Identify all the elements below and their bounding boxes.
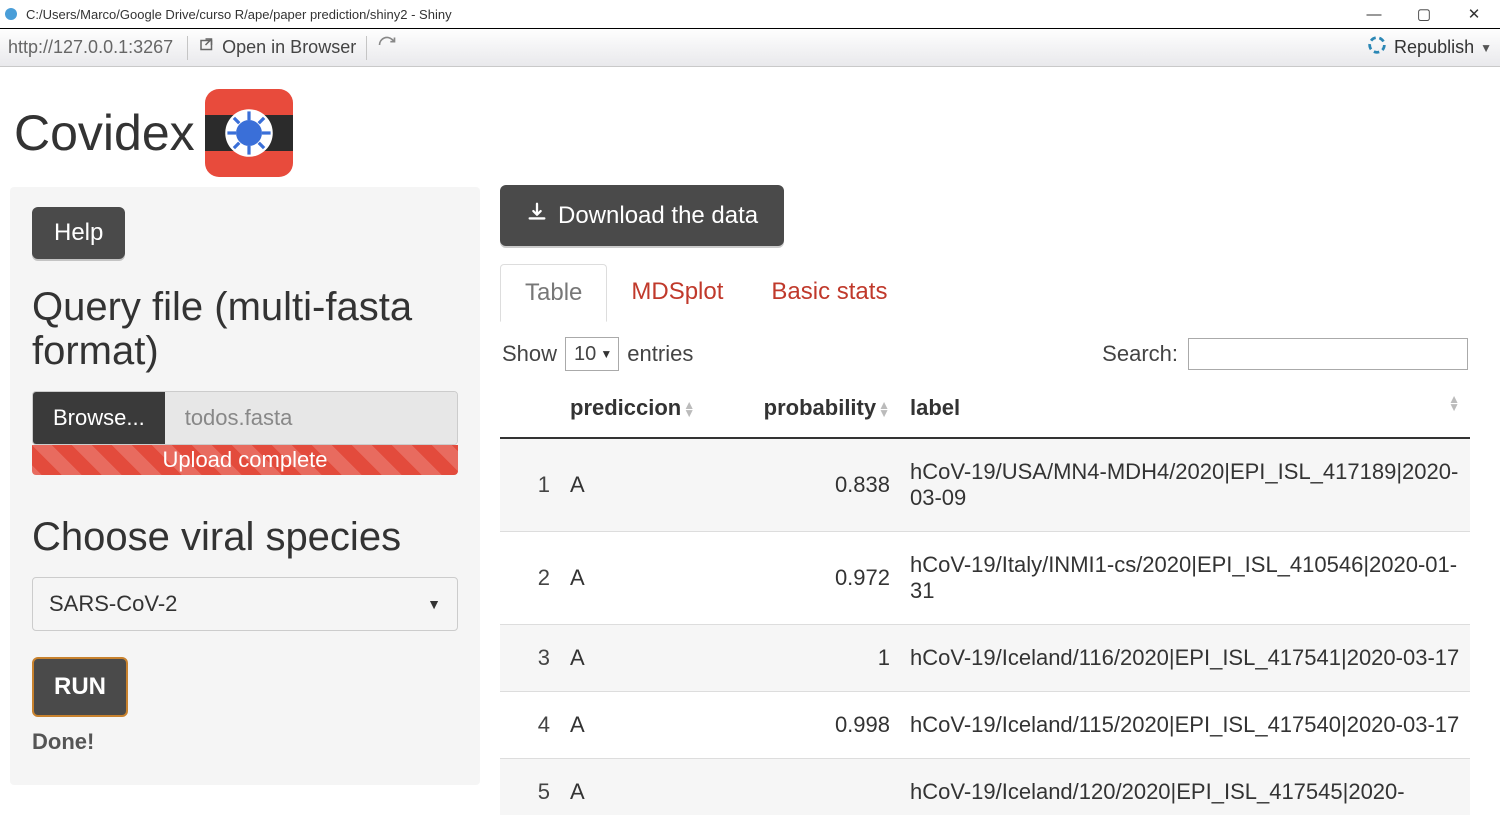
maximize-icon[interactable]: ▢ [1412,7,1436,22]
show-label: Show [502,341,557,367]
cell-label: hCoV-19/Iceland/115/2020|EPI_ISL_417540|… [900,692,1470,759]
download-data-button[interactable]: Download the data [500,185,784,246]
refresh-icon[interactable] [377,35,397,60]
window-titlebar: C:/Users/Marco/Google Drive/curso R/ape/… [0,0,1500,29]
search-label: Search: [1102,341,1178,367]
toolbar-separator [187,36,188,60]
popout-icon [198,36,216,59]
table-row: 3A1hCoV-19/Iceland/116/2020|EPI_ISL_4175… [500,625,1470,692]
col-header-probability[interactable]: probability▲▼ [740,379,900,438]
cell-probability: 0.972 [740,532,900,625]
cell-index: 2 [500,532,560,625]
tab-mdsplot[interactable]: MDSplot [607,264,747,322]
col-header-prediccion[interactable]: prediccion▲▼ [560,379,740,438]
app-window-icon [4,6,20,22]
close-icon[interactable]: ✕ [1462,7,1486,22]
cell-prediccion: A [560,759,740,815]
cell-label: hCoV-19/Italy/INMI1-cs/2020|EPI_ISL_4105… [900,532,1470,625]
query-file-heading: Query file (multi-fasta format) [32,285,458,373]
sort-icon: ▲▼ [683,401,695,417]
rstudio-toolbar: http://127.0.0.1:3267 Open in Browser Re… [0,29,1500,67]
help-button[interactable]: Help [32,207,125,259]
download-icon [526,201,548,230]
entries-value: 10 [574,343,596,366]
address-url: http://127.0.0.1:3267 [8,37,173,58]
sort-icon: ▲▼ [878,401,890,417]
cell-label: hCoV-19/Iceland/120/2020|EPI_ISL_417545|… [900,759,1470,815]
toolbar-separator [366,36,367,60]
table-row: 2A0.972hCoV-19/Italy/INMI1-cs/2020|EPI_I… [500,532,1470,625]
cell-prediccion: A [560,532,740,625]
cell-prediccion: A [560,625,740,692]
republish-icon [1366,34,1388,61]
results-table: prediccion▲▼ probability▲▼ label▲▼ 1A0.8… [500,379,1470,815]
species-selected-value: SARS-CoV-2 [49,591,177,617]
cell-label: hCoV-19/Iceland/116/2020|EPI_ISL_417541|… [900,625,1470,692]
cell-probability: 1 [740,625,900,692]
cell-label: hCoV-19/USA/MN4-MDH4/2020|EPI_ISL_417189… [900,438,1470,532]
cell-prediccion: A [560,692,740,759]
entries-label: entries [627,341,693,367]
entries-select[interactable]: 10 [565,337,619,371]
cell-probability: 0.998 [740,692,900,759]
col-header-label[interactable]: label▲▼ [900,379,1470,438]
chevron-down-icon[interactable]: ▼ [1480,41,1492,55]
filename-display: todos.fasta [165,392,457,444]
cell-index: 5 [500,759,560,815]
sort-icon: ▲▼ [1448,395,1460,411]
run-button[interactable]: RUN [32,657,128,717]
app-title: Covidex [14,104,195,162]
cell-probability [740,759,900,815]
cell-index: 1 [500,438,560,532]
cell-index: 3 [500,625,560,692]
status-text: Done! [32,729,458,755]
cell-probability: 0.838 [740,438,900,532]
cell-prediccion: A [560,438,740,532]
col-header-index[interactable] [500,379,560,438]
republish-button[interactable]: Republish [1394,37,1474,58]
download-label: Download the data [558,202,758,230]
table-row: 1A0.838hCoV-19/USA/MN4-MDH4/2020|EPI_ISL… [500,438,1470,532]
browse-button[interactable]: Browse... [33,392,165,444]
search-input[interactable] [1188,338,1468,370]
tab-basic-stats[interactable]: Basic stats [747,264,911,322]
open-in-browser-label: Open in Browser [222,37,356,58]
table-row: 5AhCoV-19/Iceland/120/2020|EPI_ISL_41754… [500,759,1470,815]
open-in-browser-button[interactable]: Open in Browser [198,36,356,59]
sidebar-panel: Help Query file (multi-fasta format) Bro… [10,187,480,785]
window-title: C:/Users/Marco/Google Drive/curso R/ape/… [26,7,1352,22]
file-input: Browse... todos.fasta [32,391,458,445]
cell-index: 4 [500,692,560,759]
tabset: Table MDSplot Basic stats [500,264,1470,323]
species-heading: Choose viral species [32,515,458,559]
app-logo [205,89,293,177]
tab-table[interactable]: Table [500,264,607,322]
upload-progress-bar: Upload complete [32,445,458,475]
minimize-icon[interactable]: — [1362,7,1386,22]
species-select[interactable]: SARS-CoV-2 ▼ [32,577,458,631]
chevron-down-icon: ▼ [427,596,441,612]
table-row: 4A0.998hCoV-19/Iceland/115/2020|EPI_ISL_… [500,692,1470,759]
